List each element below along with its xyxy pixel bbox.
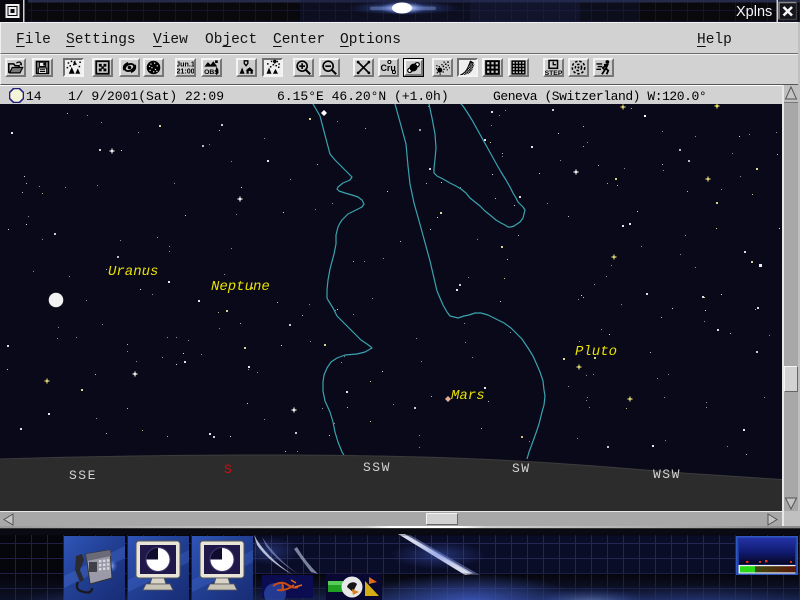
svg-text:S: S xyxy=(224,462,233,477)
svg-text:OBS: OBS xyxy=(204,69,219,76)
svg-text:SSW: SSW xyxy=(363,460,391,475)
svg-text:Pluto: Pluto xyxy=(575,344,617,360)
svg-text:STEP: STEP xyxy=(545,70,562,77)
svg-text:SSE: SSE xyxy=(69,468,97,483)
svg-text:21:00: 21:00 xyxy=(177,68,194,76)
svg-text:Neptune: Neptune xyxy=(211,279,270,295)
svg-text:SW: SW xyxy=(512,461,531,476)
svg-text:Uranus: Uranus xyxy=(108,264,158,280)
svg-text:Xplns: Xplns xyxy=(736,4,772,20)
svg-text:WSW: WSW xyxy=(653,467,681,482)
svg-text:Mars: Mars xyxy=(451,388,485,404)
